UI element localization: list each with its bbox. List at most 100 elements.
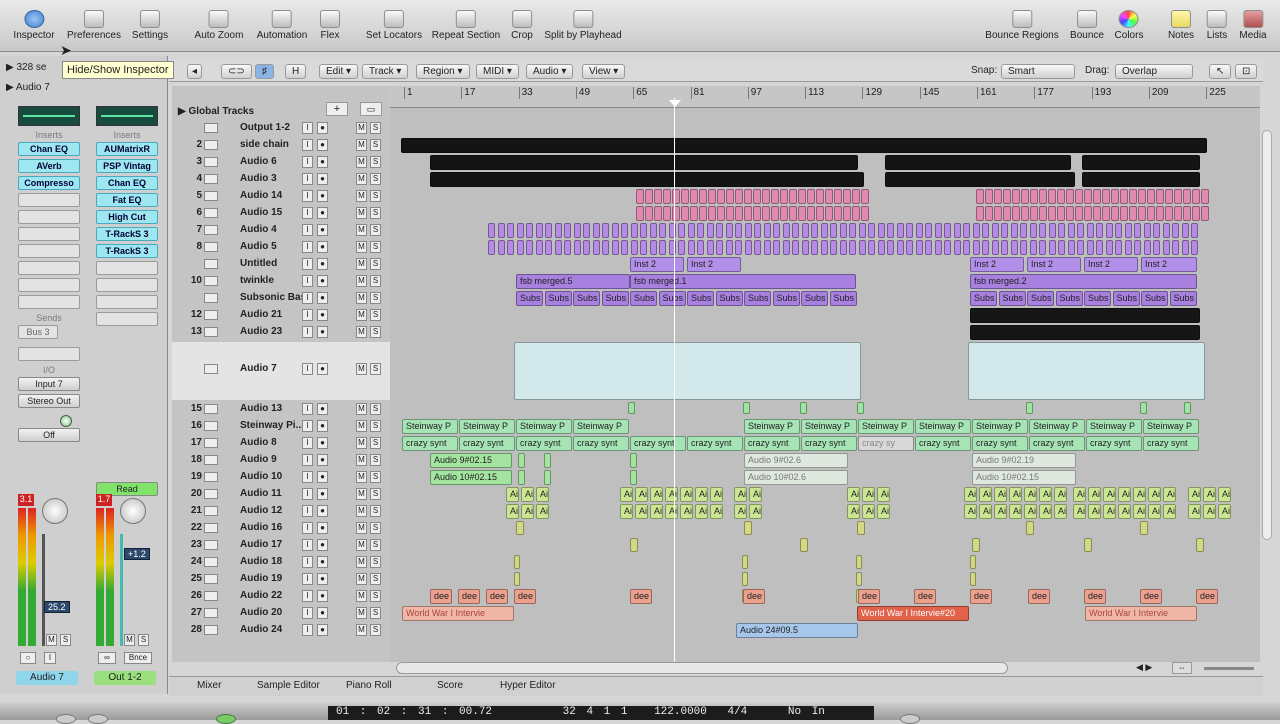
track-options-icon[interactable]: ▭ bbox=[360, 102, 382, 116]
region[interactable] bbox=[640, 223, 647, 238]
region[interactable]: Steinway P bbox=[1143, 419, 1199, 434]
region[interactable] bbox=[735, 206, 743, 221]
region[interactable] bbox=[1174, 206, 1182, 221]
record-enable-icon[interactable]: ● bbox=[317, 139, 328, 151]
region[interactable] bbox=[640, 240, 647, 255]
region[interactable]: crazy synt bbox=[1143, 436, 1199, 451]
region[interactable]: Ai bbox=[620, 487, 633, 502]
region[interactable] bbox=[1115, 240, 1122, 255]
region[interactable] bbox=[1120, 206, 1128, 221]
mute-button[interactable]: M bbox=[356, 207, 367, 219]
solo-button[interactable]: S bbox=[370, 139, 381, 151]
region[interactable] bbox=[773, 240, 780, 255]
region[interactable]: Ai bbox=[650, 487, 663, 502]
region[interactable] bbox=[820, 240, 828, 255]
track-header-row[interactable]: 24 Audio 18 I ● M S bbox=[172, 554, 390, 571]
region[interactable] bbox=[678, 240, 685, 255]
region[interactable]: Subs bbox=[544, 291, 572, 306]
insert-slot-empty[interactable] bbox=[18, 295, 80, 309]
pointer-tool-icon[interactable]: ↖ bbox=[1209, 64, 1232, 79]
bounce-button[interactable]: Bounce bbox=[1070, 10, 1104, 41]
track-header-row[interactable]: 13 Audio 23 I ● M S bbox=[172, 324, 390, 341]
input-monitor-icon[interactable]: I bbox=[302, 590, 313, 602]
region[interactable]: Ai bbox=[862, 487, 875, 502]
region[interactable]: Steinway P bbox=[516, 419, 572, 434]
region[interactable] bbox=[976, 189, 984, 204]
track-name[interactable]: Audio 9 bbox=[240, 454, 310, 465]
region[interactable] bbox=[1003, 189, 1011, 204]
region[interactable]: Ai bbox=[1088, 504, 1101, 519]
catch-icon[interactable]: ♯ bbox=[255, 64, 274, 79]
track-header-row[interactable]: 12 Audio 21 I ● M S bbox=[172, 307, 390, 324]
region[interactable] bbox=[789, 189, 797, 204]
insert-slot[interactable]: AVerb bbox=[18, 159, 80, 173]
insert-slot-empty[interactable] bbox=[18, 227, 80, 241]
region[interactable] bbox=[659, 223, 666, 238]
region[interactable] bbox=[857, 402, 864, 414]
region[interactable] bbox=[858, 240, 866, 255]
record-enable-icon[interactable]: ● bbox=[317, 326, 328, 338]
record-enable-icon[interactable]: ● bbox=[317, 207, 328, 219]
region[interactable]: Ai bbox=[665, 504, 678, 519]
region[interactable]: Ai bbox=[1218, 487, 1231, 502]
region[interactable]: Ai bbox=[1133, 504, 1146, 519]
insert-slot[interactable]: Chan EQ bbox=[18, 142, 80, 156]
region[interactable] bbox=[857, 521, 865, 535]
solo-button[interactable]: S bbox=[370, 454, 381, 466]
region[interactable] bbox=[518, 453, 525, 468]
region[interactable] bbox=[1077, 223, 1084, 238]
region[interactable] bbox=[1012, 189, 1020, 204]
hide-icon[interactable]: H bbox=[285, 64, 307, 79]
region[interactable]: crazy synt bbox=[573, 436, 629, 451]
region[interactable]: Ai bbox=[964, 504, 977, 519]
region[interactable] bbox=[1086, 240, 1094, 255]
region[interactable]: Subs bbox=[801, 291, 828, 306]
region[interactable]: Subs bbox=[658, 291, 686, 306]
track-name[interactable]: Audio 14 bbox=[240, 190, 310, 201]
region[interactable]: Ai bbox=[506, 487, 519, 502]
region[interactable]: fsb merged.2 bbox=[970, 274, 1197, 289]
region[interactable]: Ai bbox=[964, 487, 977, 502]
region[interactable] bbox=[636, 189, 644, 204]
region[interactable] bbox=[1030, 206, 1038, 221]
region[interactable]: crazy synt bbox=[630, 436, 686, 451]
region[interactable] bbox=[970, 555, 976, 569]
record-enable-icon[interactable]: ● bbox=[317, 471, 328, 483]
region[interactable] bbox=[944, 223, 951, 238]
channel-name[interactable]: Out 1-2 bbox=[94, 671, 156, 685]
solo-button[interactable]: S bbox=[370, 403, 381, 415]
region[interactable]: Ai bbox=[620, 504, 633, 519]
region[interactable] bbox=[849, 223, 856, 238]
region[interactable] bbox=[1120, 189, 1128, 204]
input-monitor-icon[interactable]: I bbox=[302, 292, 313, 304]
track-header-row[interactable]: 7 Audio 4 I ● M S bbox=[172, 222, 390, 239]
solo-button[interactable]: S bbox=[370, 539, 381, 551]
solo-button[interactable]: S bbox=[370, 505, 381, 517]
region[interactable]: Ai bbox=[877, 504, 890, 519]
track-name[interactable]: Audio 5 bbox=[240, 241, 310, 252]
view-menu[interactable]: View ▾ bbox=[582, 64, 626, 79]
region[interactable] bbox=[970, 308, 1200, 323]
region[interactable] bbox=[1020, 223, 1027, 238]
insert-slot-empty[interactable] bbox=[18, 210, 80, 224]
region[interactable] bbox=[717, 189, 725, 204]
region[interactable] bbox=[1196, 538, 1204, 552]
region[interactable] bbox=[877, 223, 885, 238]
region[interactable] bbox=[780, 189, 788, 204]
region[interactable]: dee bbox=[1084, 589, 1106, 604]
bar-ruler[interactable]: 1 17 33 49 65 81 97 113 129 145 161 177 193 209 225 bbox=[390, 86, 1260, 108]
input-monitor-icon[interactable]: I bbox=[302, 607, 313, 619]
region[interactable] bbox=[1147, 206, 1155, 221]
mute-button[interactable]: M bbox=[356, 403, 367, 415]
input-monitor-icon[interactable]: I bbox=[302, 156, 313, 168]
region[interactable]: Ai bbox=[635, 487, 648, 502]
region[interactable] bbox=[621, 223, 628, 238]
region[interactable]: Ai bbox=[979, 504, 992, 519]
region[interactable] bbox=[663, 189, 671, 204]
solo-button[interactable]: S bbox=[370, 624, 381, 636]
track-name[interactable]: Audio 19 bbox=[240, 573, 310, 584]
input-monitor-icon[interactable]: I bbox=[302, 420, 313, 432]
region[interactable] bbox=[516, 240, 524, 255]
region[interactable] bbox=[753, 206, 761, 221]
mute-button[interactable]: M bbox=[356, 624, 367, 636]
